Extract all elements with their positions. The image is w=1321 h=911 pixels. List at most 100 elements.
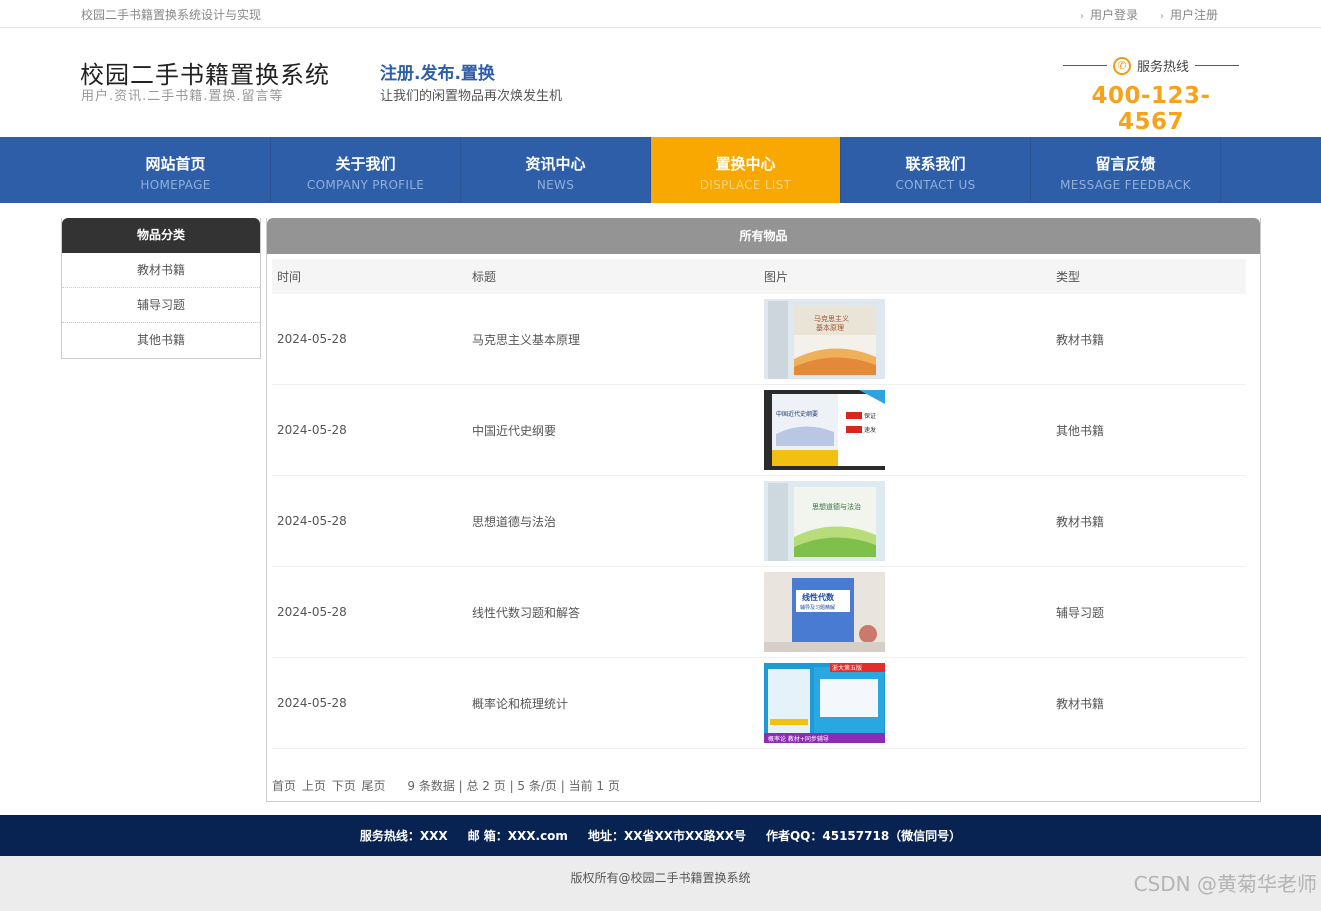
item-date: 2024-05-28 — [277, 423, 347, 437]
header-date: 时间 — [277, 270, 302, 284]
item-type: 辅导习题 — [1056, 605, 1105, 620]
items-table: 时间 标题 图片 类型 2024-05-28 马克思主义基本原理 马克思主义 基… — [272, 259, 1246, 749]
nav-label: 网站首页 — [145, 155, 206, 173]
pager-prev[interactable]: 上页 — [302, 779, 326, 793]
watermark: CSDN @黄菊华老师 — [1133, 872, 1317, 896]
table-row: 2024-05-28 概率论和梳理统计 浙大第五版 概率论 教材+同步辅导 教材… — [272, 658, 1246, 749]
footer-qq: 作者QQ：45157718（微信同号） — [765, 829, 962, 843]
copyright-text: 版权所有@校园二手书籍置换系统 — [570, 871, 751, 885]
item-title[interactable]: 思想道德与法治 — [467, 513, 759, 530]
book-cover-image[interactable]: 思想道德与法治 — [764, 481, 885, 561]
user-links: › 用户登录 › 用户注册 — [1080, 6, 1218, 23]
content-area: 物品分类 教材书籍 辅导习题 其他书籍 所有物品 时间 标题 图片 类型 202… — [0, 203, 1321, 815]
nav-sublabel: DISPLACE LIST — [699, 178, 792, 192]
nav-item-feedback[interactable]: 留言反馈 MESSAGE FEEDBACK — [1031, 137, 1221, 203]
chevron-right-icon: › — [1160, 11, 1165, 22]
login-link[interactable]: › 用户登录 — [1080, 6, 1138, 23]
book-cover-image[interactable]: 线性代数 辅导及习题精解 — [764, 572, 885, 652]
login-label: 用户登录 — [1090, 8, 1139, 22]
category-sidebar: 物品分类 教材书籍 辅导习题 其他书籍 — [61, 218, 261, 359]
register-link[interactable]: › 用户注册 — [1160, 6, 1218, 23]
nav-sublabel: MESSAGE FEEDBACK — [1060, 178, 1191, 192]
svg-text:基本原理: 基本原理 — [816, 323, 844, 332]
item-type: 教材书籍 — [1056, 514, 1105, 529]
svg-text:线性代数: 线性代数 — [802, 592, 835, 602]
header-type: 类型 — [1056, 270, 1081, 284]
brand-subtitle: 用户.资讯.二手书籍.置换.留言等 — [81, 89, 284, 104]
pager-next[interactable]: 下页 — [332, 779, 356, 793]
sidebar-item-textbooks[interactable]: 教材书籍 — [62, 253, 260, 288]
phone-icon: ✆ — [1112, 56, 1131, 75]
svg-text:辅导及习题精解: 辅导及习题精解 — [800, 604, 835, 611]
item-title[interactable]: 线性代数习题和解答 — [467, 604, 759, 621]
item-title[interactable]: 马克思主义基本原理 — [467, 331, 759, 348]
nav-item-contact[interactable]: 联系我们 CONTACT US — [841, 137, 1031, 203]
top-bar: 校园二手书籍置换系统设计与实现 › 用户登录 › 用户注册 — [0, 0, 1321, 28]
pager-first[interactable]: 首页 — [272, 779, 296, 793]
header: 校园二手书籍置换系统 用户.资讯.二手书籍.置换.留言等 注册.发布.置换 让我… — [0, 28, 1321, 137]
nav-sublabel: HOMEPAGE — [140, 178, 211, 192]
nav-sublabel: CONTACT US — [895, 178, 976, 192]
table-row: 2024-05-28 线性代数习题和解答 线性代数 辅导及习题精解 辅导习题 — [272, 567, 1246, 658]
item-date: 2024-05-28 — [277, 332, 347, 346]
footer-contact: 服务热线：XXX 邮 箱：XXX.com 地址：XX省XX市XX路XX号 作者Q… — [0, 815, 1321, 856]
item-date: 2024-05-28 — [277, 696, 347, 710]
item-title[interactable]: 中国近代史纲要 — [467, 422, 759, 439]
footer-hotline: 服务热线：XXX — [359, 829, 448, 843]
svg-text:中国近代史纲要: 中国近代史纲要 — [776, 410, 818, 418]
svg-text:保证: 保证 — [864, 412, 876, 420]
pager-last[interactable]: 尾页 — [362, 779, 386, 793]
pager-info: 9 条数据 | 总 2 页 | 5 条/页 | 当前 1 页 — [407, 779, 620, 793]
hotline-number: 400-123-4567 — [1091, 83, 1211, 135]
chevron-right-icon: › — [1080, 11, 1084, 22]
sidebar-item-exercises[interactable]: 辅导习题 — [62, 288, 260, 323]
item-type: 其他书籍 — [1056, 423, 1105, 438]
hotline-box: ✆ 服务热线 400-123-4567 — [1060, 56, 1242, 135]
nav-label: 资讯中心 — [525, 155, 586, 173]
item-type: 教材书籍 — [1056, 332, 1105, 347]
nav-label: 联系我们 — [905, 155, 966, 173]
svg-text:速发: 速发 — [864, 426, 876, 434]
nav-item-home[interactable]: 网站首页 HOMEPAGE — [81, 137, 271, 203]
book-cover-image[interactable]: 马克思主义 基本原理 — [764, 299, 885, 379]
nav-item-about[interactable]: 关于我们 COMPANY PROFILE — [271, 137, 461, 203]
table-header: 时间 标题 图片 类型 — [272, 259, 1246, 294]
sidebar-title: 物品分类 — [62, 218, 260, 253]
table-row: 2024-05-28 中国近代史纲要 中国近代史纲要 保证 速发 其他书籍 — [272, 385, 1246, 476]
header-image: 图片 — [764, 270, 789, 284]
book-cover-image[interactable]: 浙大第五版 概率论 教材+同步辅导 — [764, 663, 885, 743]
nav-label: 留言反馈 — [1095, 155, 1156, 173]
slogan-subtitle: 让我们的闲置物品再次焕发生机 — [380, 89, 563, 104]
site-caption: 校园二手书籍置换系统设计与实现 — [81, 8, 262, 22]
svg-text:概率论 教材+同步辅导: 概率论 教材+同步辅导 — [768, 735, 829, 743]
nav-sublabel: COMPANY PROFILE — [306, 178, 425, 192]
svg-text:马克思主义: 马克思主义 — [814, 314, 849, 323]
svg-text:思想道德与法治: 思想道德与法治 — [812, 502, 861, 511]
footer-address: 地址：XX省XX市XX路XX号 — [587, 829, 746, 843]
nav-item-displace[interactable]: 置换中心 DISPLACE LIST — [651, 137, 841, 203]
item-date: 2024-05-28 — [277, 605, 347, 619]
divider — [1195, 65, 1239, 66]
register-label: 用户注册 — [1170, 8, 1219, 22]
item-date: 2024-05-28 — [277, 514, 347, 528]
book-cover-image[interactable]: 中国近代史纲要 保证 速发 — [764, 390, 885, 470]
divider — [1062, 65, 1107, 66]
svg-text:浙大第五版: 浙大第五版 — [832, 664, 862, 672]
nav-item-news[interactable]: 资讯中心 NEWS — [461, 137, 651, 203]
items-panel: 所有物品 时间 标题 图片 类型 2024-05-28 马克思主义基本原理 马克… — [266, 218, 1261, 802]
panel-title: 所有物品 — [267, 218, 1260, 254]
pagination: 首页 上页 下页 尾页 9 条数据 | 总 2 页 | 5 条/页 | 当前 1… — [272, 777, 620, 794]
footer-email: 邮 箱：XXX.com — [467, 829, 568, 843]
table-row: 2024-05-28 思想道德与法治 思想道德与法治 教材书籍 — [272, 476, 1246, 567]
item-type: 教材书籍 — [1056, 696, 1105, 711]
main-nav: 网站首页 HOMEPAGE 关于我们 COMPANY PROFILE 资讯中心 … — [0, 137, 1321, 203]
slogan-title: 注册.发布.置换 — [380, 64, 495, 84]
nav-sublabel: NEWS — [536, 178, 575, 192]
nav-label: 关于我们 — [335, 155, 396, 173]
sidebar-item-other-books[interactable]: 其他书籍 — [62, 323, 260, 358]
table-row: 2024-05-28 马克思主义基本原理 马克思主义 基本原理 教材书籍 — [272, 294, 1246, 385]
nav-label: 置换中心 — [715, 155, 776, 173]
item-title[interactable]: 概率论和梳理统计 — [467, 695, 759, 712]
footer-copyright: 版权所有@校园二手书籍置换系统 CSDN @黄菊华老师 — [0, 856, 1321, 911]
header-title: 标题 — [472, 270, 497, 284]
